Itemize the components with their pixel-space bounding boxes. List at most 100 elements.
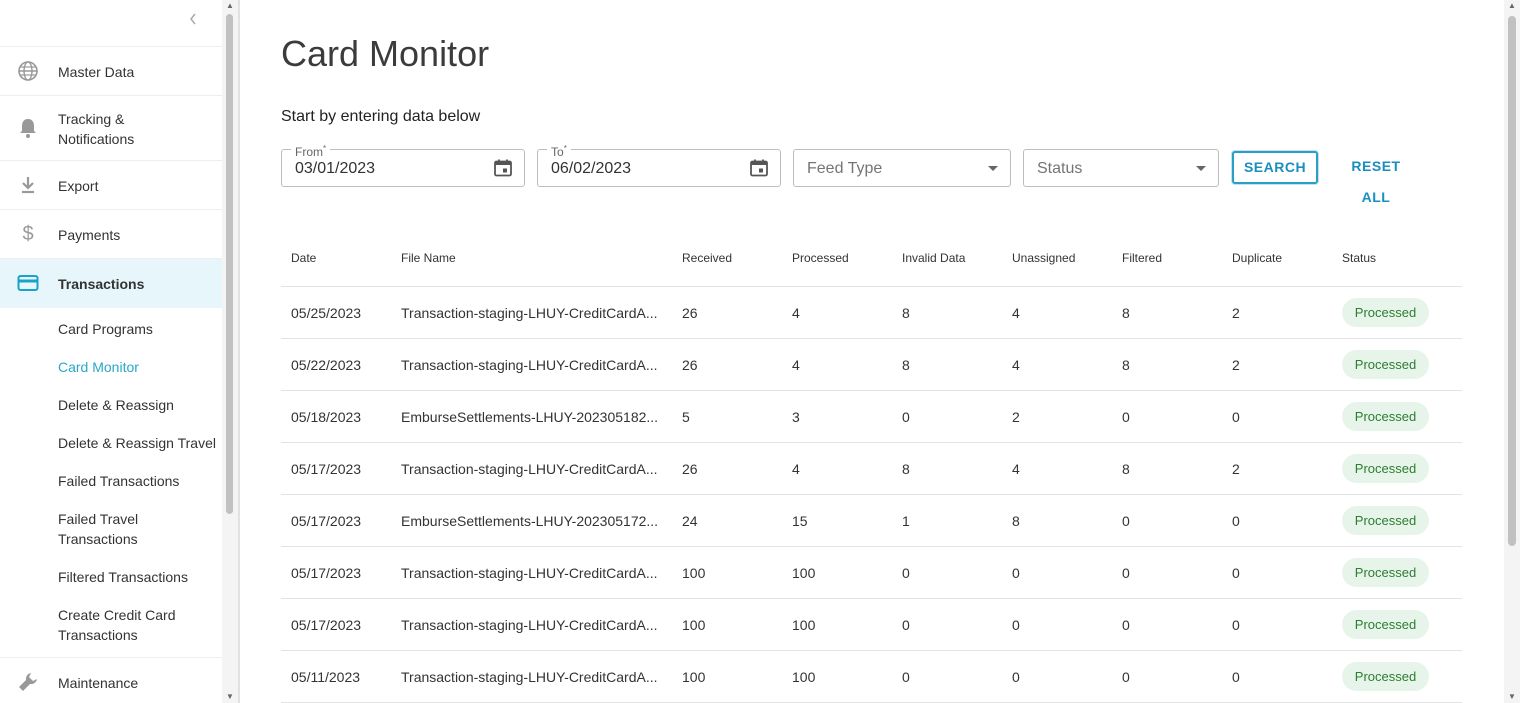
cell-invalid-data: 1: [902, 513, 910, 529]
wrench-icon: [17, 671, 39, 693]
cell-invalid-data: 8: [902, 305, 910, 321]
sidebar-item-master-data[interactable]: Master Data: [0, 46, 222, 96]
scroll-down-arrow-icon[interactable]: ▼: [224, 692, 236, 702]
table-header: Date File Name Received Processed Invali…: [281, 232, 1462, 287]
from-date-value[interactable]: 03/01/2023: [295, 159, 375, 179]
sidebar-item-label: Export: [58, 178, 99, 194]
subnav-failed-travel-transactions[interactable]: Failed Travel: [58, 509, 138, 529]
cell-date: 05/17/2023: [291, 461, 362, 477]
main-scrollbar-thumb[interactable]: [1508, 16, 1516, 546]
status-badge: Processed: [1342, 298, 1429, 327]
table-row[interactable]: 05/22/2023 Transaction-staging-LHUY-Credi…: [281, 339, 1462, 391]
cell-file-name[interactable]: Transaction-staging-LHUY-CreditCardA...: [401, 304, 659, 322]
cell-file-name[interactable]: EmburseSettlements-LHUY-202305182...: [401, 408, 659, 426]
subnav-failed-travel-transactions-line2[interactable]: Transactions: [58, 529, 138, 549]
subnav-card-monitor[interactable]: Card Monitor: [58, 357, 139, 377]
sidebar-item-export[interactable]: Export: [0, 160, 222, 210]
calendar-icon[interactable]: [493, 158, 513, 178]
scroll-down-arrow-icon[interactable]: ▼: [1506, 692, 1518, 702]
subnav-card-programs[interactable]: Card Programs: [58, 319, 153, 339]
cell-unassigned: 4: [1012, 461, 1020, 477]
table-row[interactable]: 05/17/2023 EmburseSettlements-LHUY-202305…: [281, 495, 1462, 547]
cell-file-name[interactable]: Transaction-staging-LHUY-CreditCardA...: [401, 616, 659, 634]
column-header-processed[interactable]: Processed: [792, 250, 849, 266]
cell-filtered: 0: [1122, 409, 1130, 425]
search-button[interactable]: SEARCH: [1232, 151, 1318, 184]
column-header-invalid-data[interactable]: Invalid Data: [902, 250, 965, 266]
cell-file-name[interactable]: Transaction-staging-LHUY-CreditCardA...: [401, 564, 659, 582]
cell-processed: 4: [792, 357, 800, 373]
cell-date: 05/25/2023: [291, 305, 362, 321]
table-row[interactable]: 05/11/2023 Transaction-staging-LHUY-Credi…: [281, 651, 1462, 703]
sidebar-scrollbar-thumb[interactable]: [226, 14, 233, 514]
table-row[interactable]: 05/18/2023 EmburseSettlements-LHUY-202305…: [281, 391, 1462, 443]
subnav-create-credit-card-transactions-line2[interactable]: Transactions: [58, 625, 138, 645]
cell-file-name[interactable]: Transaction-staging-LHUY-CreditCardA...: [401, 356, 659, 374]
page-title: Card Monitor: [281, 33, 490, 74]
table-row[interactable]: 05/17/2023 Transaction-staging-LHUY-Credi…: [281, 443, 1462, 495]
sidebar: Master Data Tracking & Notifications Exp…: [0, 0, 222, 703]
cell-filtered: 0: [1122, 617, 1130, 633]
page-subtitle: Start by entering data below: [281, 108, 481, 125]
cell-unassigned: 4: [1012, 357, 1020, 373]
column-header-file-name[interactable]: File Name: [401, 250, 456, 266]
cell-received: 100: [682, 617, 706, 633]
to-date-field[interactable]: To* 06/02/2023: [537, 141, 781, 187]
transactions-table: Date File Name Received Processed Invali…: [281, 232, 1462, 703]
dollar-icon: $: [22, 222, 34, 245]
column-header-unassigned[interactable]: Unassigned: [1012, 250, 1075, 266]
cell-unassigned: 4: [1012, 305, 1020, 321]
table-row[interactable]: 05/17/2023 Transaction-staging-LHUY-Credi…: [281, 599, 1462, 651]
table-row[interactable]: 05/17/2023 Transaction-staging-LHUY-Credi…: [281, 547, 1462, 599]
calendar-icon[interactable]: [749, 158, 769, 178]
subnav-delete-reassign[interactable]: Delete & Reassign: [58, 395, 174, 415]
reset-all-button[interactable]: RESET ALL: [1336, 151, 1416, 205]
column-header-received[interactable]: Received: [682, 250, 732, 266]
column-header-duplicate[interactable]: Duplicate: [1232, 250, 1282, 266]
cell-processed: 4: [792, 461, 800, 477]
subnav-delete-reassign-travel[interactable]: Delete & Reassign Travel: [58, 433, 216, 453]
column-header-status[interactable]: Status: [1342, 250, 1376, 266]
status-badge: Processed: [1342, 506, 1429, 535]
scroll-up-arrow-icon[interactable]: ▲: [1506, 1, 1518, 11]
column-header-filtered[interactable]: Filtered: [1122, 250, 1162, 266]
subnav-failed-transactions[interactable]: Failed Transactions: [58, 471, 179, 491]
cell-date: 05/17/2023: [291, 513, 362, 529]
table-row[interactable]: 05/25/2023 Transaction-staging-LHUY-Credi…: [281, 287, 1462, 339]
sidebar-item-payments[interactable]: $ Payments: [0, 209, 222, 259]
table-body: 05/25/2023 Transaction-staging-LHUY-Credi…: [281, 287, 1462, 703]
cell-processed: 15: [792, 513, 808, 529]
cell-unassigned: 0: [1012, 565, 1020, 581]
subnav-create-credit-card-transactions[interactable]: Create Credit Card: [58, 605, 176, 625]
status-badge: Processed: [1342, 610, 1429, 639]
scroll-up-arrow-icon[interactable]: ▲: [224, 1, 236, 11]
cell-file-name[interactable]: EmburseSettlements-LHUY-202305172...: [401, 512, 659, 530]
cell-file-name[interactable]: Transaction-staging-LHUY-CreditCardA...: [401, 460, 659, 478]
cell-filtered: 0: [1122, 669, 1130, 685]
column-header-date[interactable]: Date: [291, 250, 316, 266]
subnav-filtered-transactions[interactable]: Filtered Transactions: [58, 567, 188, 587]
from-date-field[interactable]: From* 03/01/2023: [281, 141, 525, 187]
feed-type-select[interactable]: Feed Type: [793, 149, 1011, 187]
collapse-sidebar-button[interactable]: [184, 12, 202, 32]
to-date-value[interactable]: 06/02/2023: [551, 159, 631, 179]
sidebar-item-transactions[interactable]: Transactions: [0, 258, 222, 308]
status-badge: Processed: [1342, 662, 1429, 691]
cell-received: 100: [682, 669, 706, 685]
status-badge: Processed: [1342, 350, 1429, 379]
cell-duplicate: 0: [1232, 669, 1240, 685]
cell-file-name[interactable]: Transaction-staging-LHUY-CreditCardA...: [401, 668, 659, 686]
status-select[interactable]: Status: [1023, 149, 1219, 187]
cell-duplicate: 2: [1232, 357, 1240, 373]
sidebar-item-label: Tracking &: [58, 111, 125, 127]
sidebar-item-maintenance[interactable]: Maintenance: [0, 657, 222, 703]
chevron-down-icon: [1196, 166, 1206, 171]
cell-unassigned: 0: [1012, 617, 1020, 633]
chevron-down-icon: [988, 166, 998, 171]
status-badge: Processed: [1342, 402, 1429, 431]
cell-duplicate: 0: [1232, 513, 1240, 529]
sidebar-item-tracking[interactable]: Tracking & Notifications: [0, 95, 222, 161]
cell-date: 05/11/2023: [291, 669, 361, 685]
cell-duplicate: 2: [1232, 305, 1240, 321]
cell-date: 05/22/2023: [291, 357, 362, 373]
